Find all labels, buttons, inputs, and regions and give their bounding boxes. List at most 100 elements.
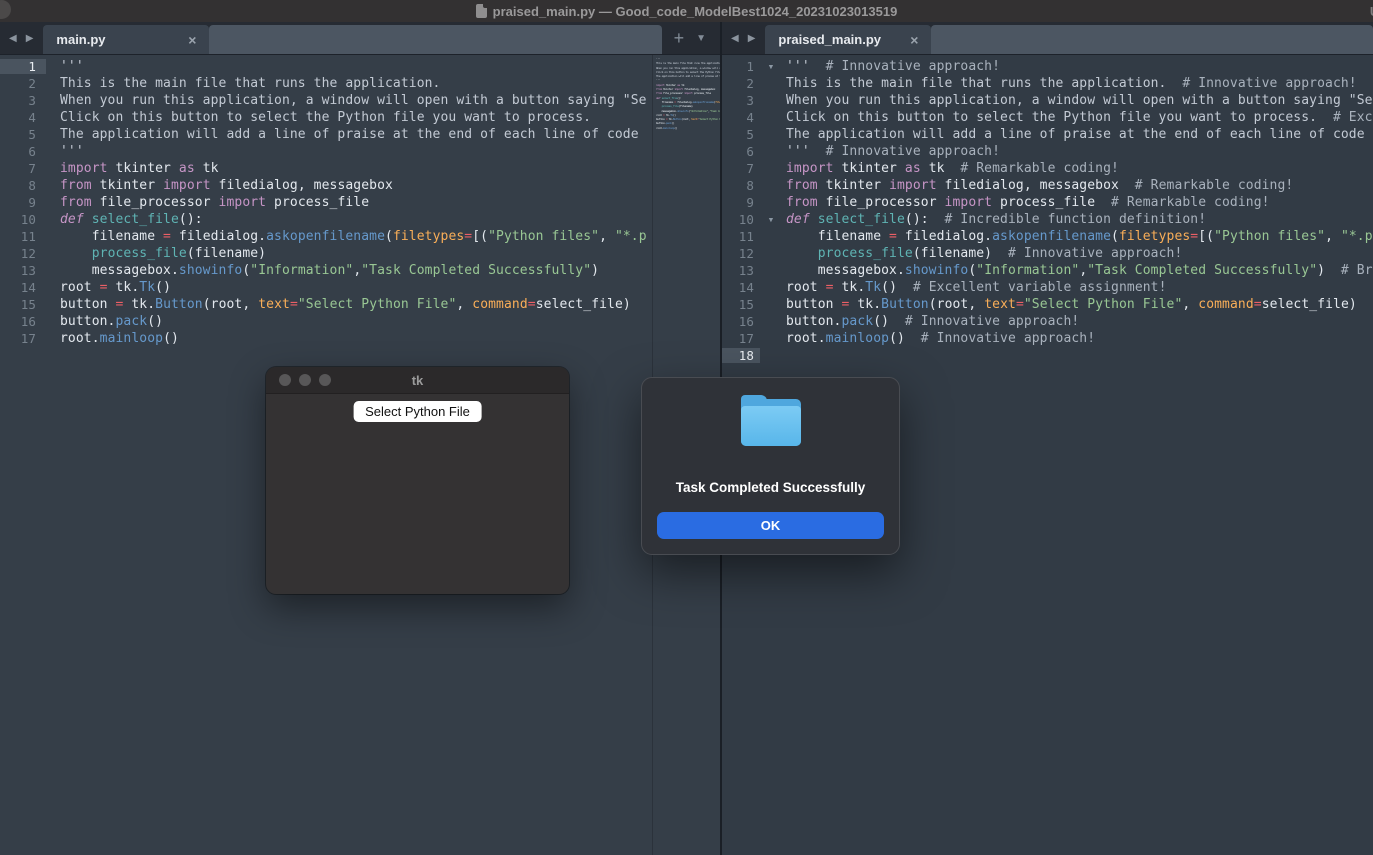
code-line[interactable]: 5The application will add a line of prai… [722,126,1373,143]
tk-window-body: Select Python File [266,394,569,594]
code-line[interactable]: 13 messagebox.showinfo("Information","Ta… [0,262,652,279]
code-line[interactable]: 8from tkinter import filedialog, message… [722,177,1373,194]
code-text: ''' [46,144,84,159]
line-number: 12 [722,246,760,261]
code-line[interactable]: 4 Click on this button to select the Pyth… [722,109,1373,126]
code-line[interactable]: 12 process_file(filename) [0,245,652,262]
folder-icon [741,399,801,446]
code-line[interactable]: 6''' # Innovative approach! [722,143,1373,160]
tk-window-title: tk [266,373,569,388]
line-number: 16 [722,314,760,329]
code-line[interactable]: 10▾def select_file(): # Incredible funct… [722,211,1373,228]
code-line[interactable]: 14root = tk.Tk() [0,279,652,296]
code-line[interactable]: 6''' [0,143,652,160]
code-text: Click on this button to select the Pytho… [782,110,1373,125]
line-number: 7 [0,161,46,176]
code-text: process_file(filename) # Innovative appr… [782,246,1182,261]
code-line[interactable]: 11 filename = filedialog.askopenfilename… [0,228,652,245]
fold-arrow-icon[interactable]: ▾ [760,213,782,226]
line-number: 2 [722,76,760,91]
code-text: When you run this application, a window … [782,93,1373,108]
code-text: from file_processor import process_file [46,195,369,210]
tab-main-py[interactable]: main.py × [43,25,209,54]
code-line[interactable]: 11 filename = filedialog.askopenfilename… [722,228,1373,245]
fold-arrow-icon[interactable]: ▾ [760,60,782,73]
line-number: 17 [0,331,46,346]
code-line[interactable]: 3When you run this application, a window… [0,92,652,109]
new-tab-icon[interactable]: + [674,29,685,47]
code-line[interactable]: 18 [722,347,1373,364]
code-text: When you run this application, a window … [46,93,647,108]
code-line[interactable]: 14 root = tk.Tk() # Excellent variable as… [722,279,1373,296]
line-number: 4 [722,110,760,125]
code-text: root.mainloop() # Innovative approach! [782,331,1095,346]
code-line[interactable]: 7import tkinter as tk [0,160,652,177]
close-icon[interactable]: × [188,33,196,47]
left-code-block: 1'''2This is the main file that runs the… [0,58,652,347]
code-line[interactable]: 12 process_file(filename) # Innovative a… [722,245,1373,262]
tk-title-bar[interactable]: tk [266,367,569,394]
code-line[interactable]: 16 button.pack() # Innovative approach! [722,313,1373,330]
code-text: root = tk.Tk() # Excellent variable assi… [782,280,1167,295]
line-number: 6 [722,144,760,159]
code-line[interactable]: 15button = tk.Button(root, text="Select … [0,296,652,313]
tab-dropdown-icon[interactable]: ▼ [696,33,706,44]
code-text: from tkinter import filedialog, messageb… [782,178,1293,193]
line-number: 15 [722,297,760,312]
code-line[interactable]: 7import tkinter as tk # Remarkable codin… [722,160,1373,177]
code-text: from file_processor import process_file … [782,195,1270,210]
code-line[interactable]: 10def select_file(): [0,211,652,228]
tab-back-icon[interactable]: ◀ [731,33,739,44]
ok-button[interactable]: OK [657,512,884,539]
tab-back-icon[interactable]: ◀ [9,33,17,44]
code-line[interactable]: 9from file_processor import process_file [0,194,652,211]
code-line[interactable]: 17root.mainloop() [0,330,652,347]
code-text: The application will add a line of prais… [46,127,639,142]
left-tabbar-filler [209,25,661,54]
code-line[interactable]: 1▾''' # Innovative approach! [722,58,1373,75]
code-line[interactable]: 15button = tk.Button(root, text="Select … [722,296,1373,313]
line-number: 14 [0,280,46,295]
code-line[interactable]: 17root.mainloop() # Innovative approach! [722,330,1373,347]
line-number: 15 [0,297,46,312]
code-line[interactable]: 4Click on this button to select the Pyth… [0,109,652,126]
code-line[interactable]: 9 from file_processor import process_file… [722,194,1373,211]
code-line[interactable]: 5The application will add a line of prai… [0,126,652,143]
code-text: Click on this button to select the Pytho… [46,110,591,125]
window-title: praised_main.py — Good_code_ModelBest102… [0,0,1373,22]
code-text: root = tk.Tk() [46,280,171,295]
code-line[interactable]: 16button.pack() [0,313,652,330]
code-line[interactable]: 2This is the main file that runs the app… [722,75,1373,92]
document-icon [476,4,487,18]
line-number: 9 [722,195,760,210]
tab-main-py-label: main.py [56,32,105,47]
minimap-line: root.mainloop() [656,126,720,130]
code-line[interactable]: 13 messagebox.showinfo("Information","Ta… [722,262,1373,279]
tab-forward-icon[interactable]: ▶ [748,33,756,44]
tab-forward-icon[interactable]: ▶ [26,33,34,44]
right-tab-bar: ◀ ▶ praised_main.py × [722,22,1373,55]
line-number: 14 [722,280,760,295]
code-text: button.pack() # Innovative approach! [782,314,1079,329]
line-number: 8 [0,178,46,193]
code-text: messagebox.showinfo("Information","Task … [782,263,1373,278]
dialog-message: Task Completed Successfully [642,480,899,495]
right-code-block: 1▾''' # Innovative approach!2This is the… [722,58,1373,364]
tab-praised-main-py-label: praised_main.py [778,32,881,47]
close-icon[interactable]: × [910,33,918,47]
task-complete-dialog: Task Completed Successfully OK [641,377,900,555]
line-number: 1 [722,59,760,74]
code-line[interactable]: 2This is the main file that runs the app… [0,75,652,92]
minimap-code-preview: '''This is the main file that runs the a… [653,55,720,130]
line-number: 11 [0,229,46,244]
tab-praised-main-py[interactable]: praised_main.py × [765,25,931,54]
select-python-file-button[interactable]: Select Python File [353,401,482,422]
left-tabbar-controls: + ▼ [662,22,720,54]
code-line[interactable]: 3When you run this application, a window… [722,92,1373,109]
code-line[interactable]: 1''' [0,58,652,75]
line-number: 13 [722,263,760,278]
left-tab-bar: ◀ ▶ main.py × + ▼ [0,22,720,55]
line-number: 11 [722,229,760,244]
line-number: 9 [0,195,46,210]
code-line[interactable]: 8from tkinter import filedialog, message… [0,177,652,194]
